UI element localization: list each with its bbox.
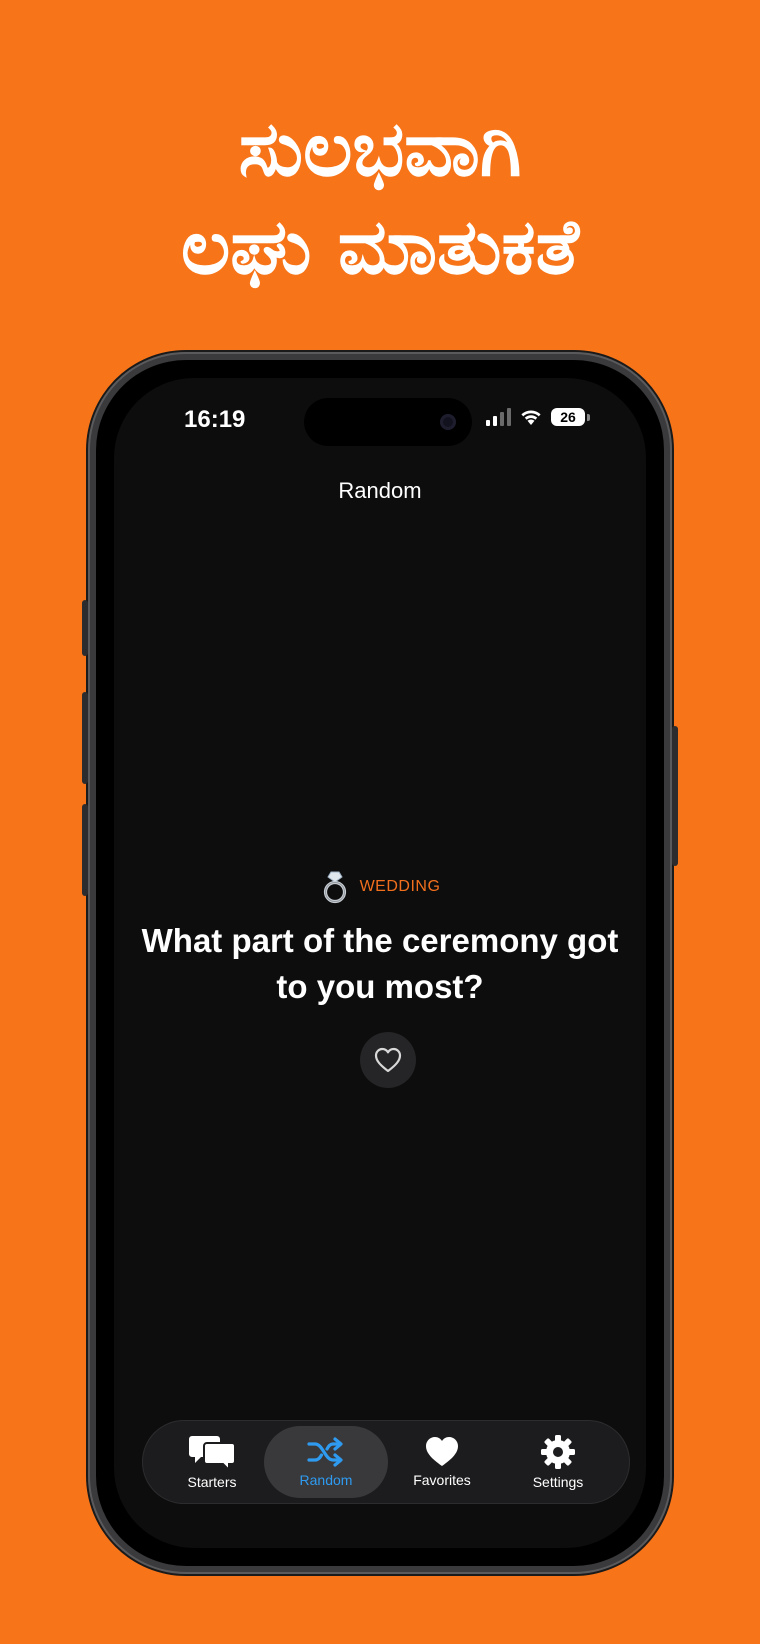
heart-icon: [426, 1437, 458, 1466]
wifi-icon: [521, 410, 541, 425]
tab-settings[interactable]: Settings: [496, 1426, 620, 1498]
tab-label: Starters: [187, 1474, 237, 1490]
tab-label: Favorites: [413, 1472, 471, 1488]
headline-line-2: ಲಘು ಮಾತುಕತೆ: [180, 202, 580, 291]
tab-starters[interactable]: Starters: [150, 1426, 274, 1498]
category-label: WEDDING: [359, 878, 441, 895]
status-time: 16:19: [184, 406, 246, 433]
phone-bezel: 16:19 26 Random WEDDING What part of the…: [96, 360, 664, 1566]
tab-favorites[interactable]: Favorites: [380, 1426, 504, 1498]
heart-outline-icon: [374, 1047, 402, 1073]
battery-icon: 26: [551, 408, 590, 426]
question-text: What part of the ceremony got to you mos…: [141, 922, 619, 1005]
favorite-button[interactable]: [360, 1032, 416, 1088]
ring-icon: [323, 871, 346, 904]
promo-headline: ಸುಲಭವಾಗಿ ಲಘು ಮಾತುಕತೆ: [0, 100, 760, 296]
power-button: [672, 726, 678, 866]
tab-label: Random: [299, 1472, 353, 1488]
camera-icon: [440, 414, 456, 430]
volume-up-button: [82, 692, 88, 784]
shuffle-icon: [307, 1437, 343, 1467]
tab-random[interactable]: Random: [264, 1426, 388, 1498]
tab-bar: Starters Random Favorites Settings: [142, 1420, 630, 1504]
tab-label: Settings: [532, 1474, 584, 1490]
status-icons: 26: [486, 408, 590, 426]
phone-frame: 16:19 26 Random WEDDING What part of the…: [82, 352, 678, 1574]
volume-down-button: [82, 804, 88, 896]
page-title: Random: [338, 478, 422, 503]
app-screen: 16:19 26 Random WEDDING What part of the…: [114, 378, 646, 1548]
headline-line-1: ಸುಲಭವಾಗಿ: [238, 104, 522, 193]
action-button: [82, 600, 88, 656]
battery-level: 26: [551, 408, 585, 426]
category-row: WEDDING: [114, 870, 646, 904]
gear-icon: [541, 1435, 575, 1469]
chat-bubbles-icon: [189, 1436, 235, 1470]
cellular-signal-icon: [486, 408, 511, 426]
dynamic-island: [304, 398, 472, 446]
